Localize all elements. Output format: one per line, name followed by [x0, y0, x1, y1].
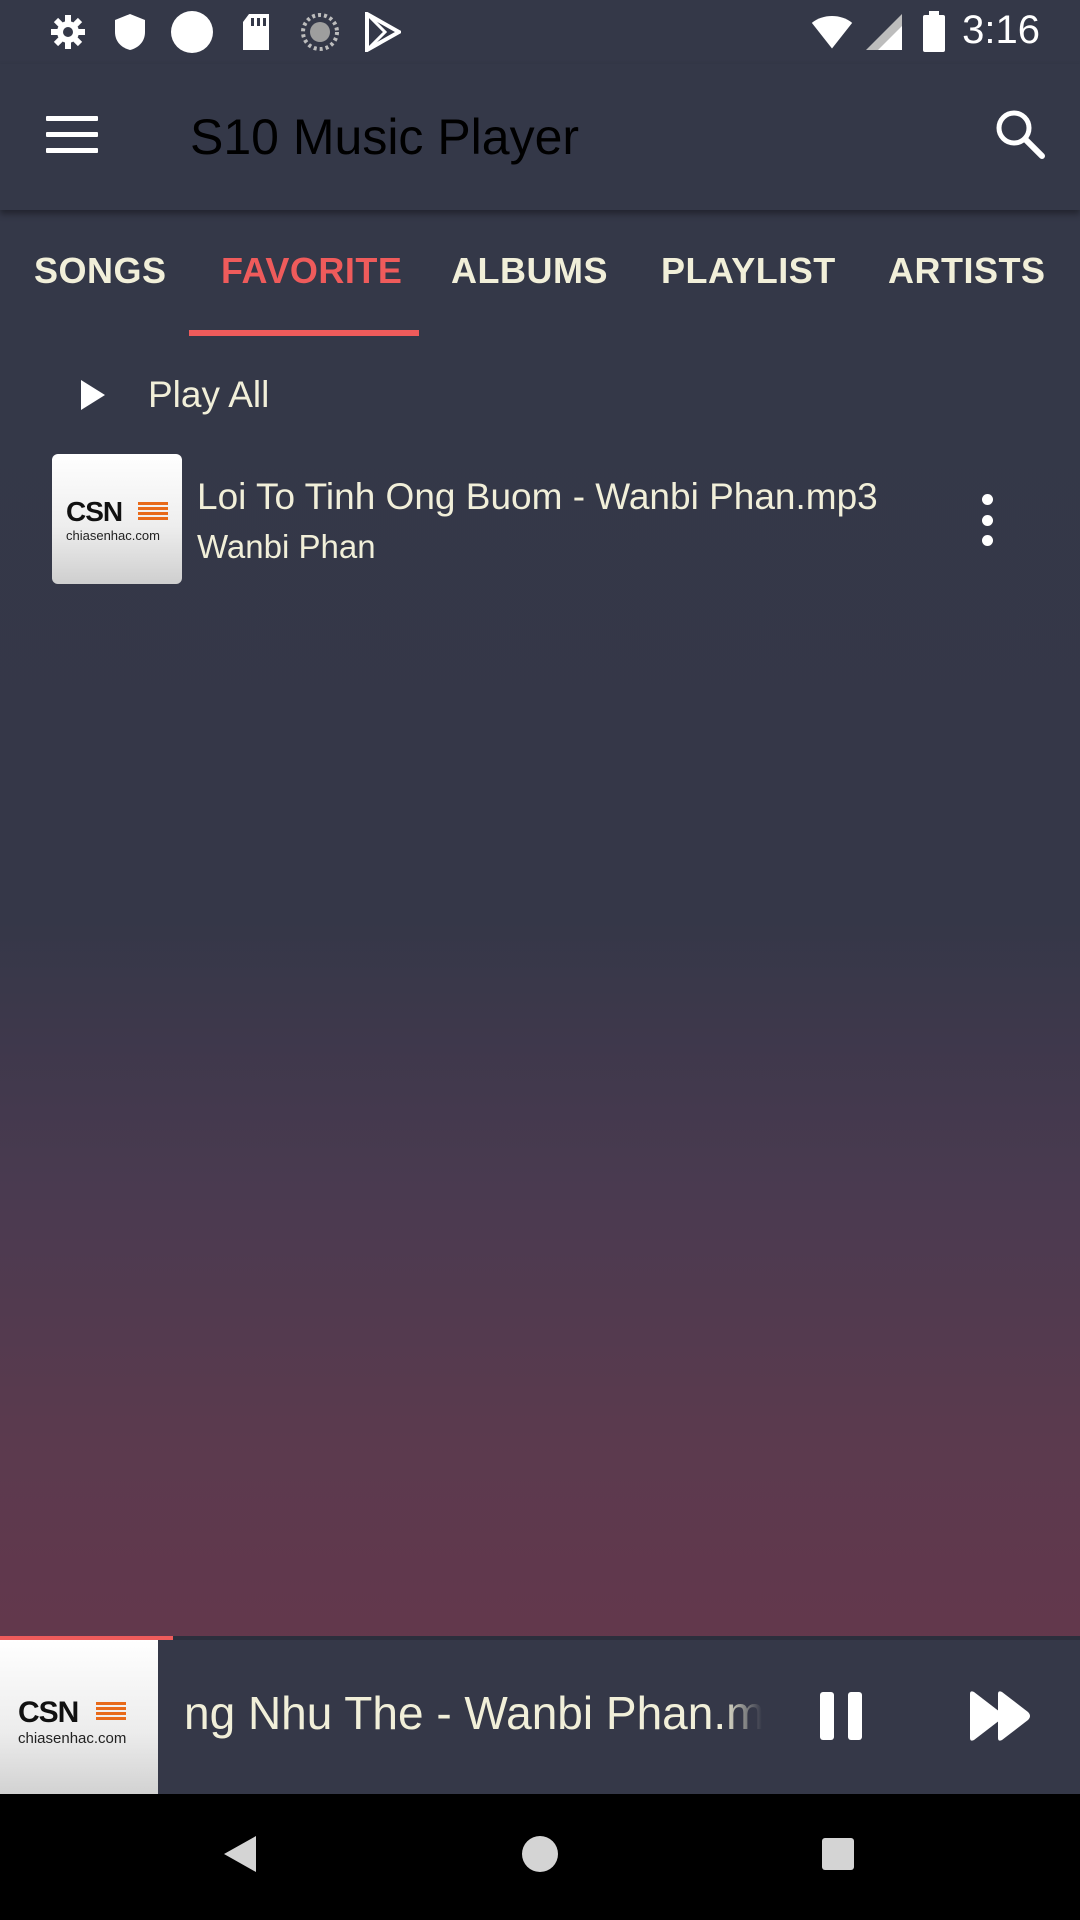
play-store-icon: [360, 10, 404, 54]
tab-playlist[interactable]: PLAYLIST: [661, 250, 836, 292]
song-title: Loi To Tinh Ong Buom - Wanbi Phan.mp3: [197, 476, 878, 517]
status-bar: 3:16: [0, 0, 1080, 64]
back-icon[interactable]: [222, 1834, 258, 1874]
album-art-site: chiasenhac.com: [66, 528, 160, 543]
playback-progress[interactable]: [0, 1636, 1080, 1640]
app-title: S10 Music Player: [190, 109, 580, 165]
fast-forward-icon[interactable]: [968, 1690, 1032, 1742]
wifi-icon: [810, 10, 854, 54]
cell-signal-icon: [862, 10, 906, 54]
tab-favorite[interactable]: FAVORITE: [221, 250, 402, 292]
hamburger-menu-icon[interactable]: [46, 116, 98, 156]
shield-icon: [108, 10, 152, 54]
equalizer-logo-icon: [138, 502, 168, 520]
play-all-label: Play All: [148, 374, 270, 415]
play-icon: [81, 380, 105, 410]
circle-icon: [170, 10, 214, 54]
now-playing-title: ng Nhu The - Wanbi Phan.mp: [184, 1687, 762, 1739]
active-tab-indicator: [189, 330, 419, 336]
sd-card-icon: [234, 10, 278, 54]
album-art-logo: CSN: [66, 496, 123, 527]
song-list-item[interactable]: CSN chiasenhac.com Loi To Tinh Ong Buom …: [52, 454, 1052, 586]
album-art: CSN chiasenhac.com: [52, 454, 182, 584]
tab-bar: SONGS FAVORITE ALBUMS PLAYLIST ARTISTS: [0, 212, 1080, 336]
equalizer-logo-icon: [96, 1702, 126, 1720]
clock: 3:16: [962, 8, 1040, 52]
pause-icon[interactable]: [820, 1692, 864, 1740]
now-playing-title-container: ng Nhu The - Wanbi Phan.mp: [182, 1684, 762, 1744]
app-bar: S10 Music Player: [0, 64, 1080, 210]
now-playing-art[interactable]: CSN chiasenhac.com: [0, 1640, 158, 1794]
loading-icon: [298, 10, 342, 54]
tab-songs[interactable]: SONGS: [34, 250, 167, 292]
gear-icon: [46, 10, 90, 54]
play-all-button[interactable]: Play All: [78, 365, 269, 425]
now-playing-art-logo: CSN: [18, 1696, 79, 1729]
more-vert-icon[interactable]: [972, 494, 1002, 546]
tab-albums[interactable]: ALBUMS: [451, 250, 608, 292]
tab-artists[interactable]: ARTISTS: [888, 250, 1046, 292]
system-nav-bar: [0, 1794, 1080, 1920]
song-artist: Wanbi Phan: [197, 528, 376, 565]
now-playing-art-site: chiasenhac.com: [18, 1730, 127, 1747]
now-playing-bar[interactable]: CSN chiasenhac.com ng Nhu The - Wanbi Ph…: [0, 1636, 1080, 1794]
home-icon[interactable]: [522, 1836, 558, 1872]
search-icon[interactable]: [990, 104, 1050, 164]
recents-icon[interactable]: [822, 1838, 854, 1870]
battery-icon: [912, 10, 956, 54]
